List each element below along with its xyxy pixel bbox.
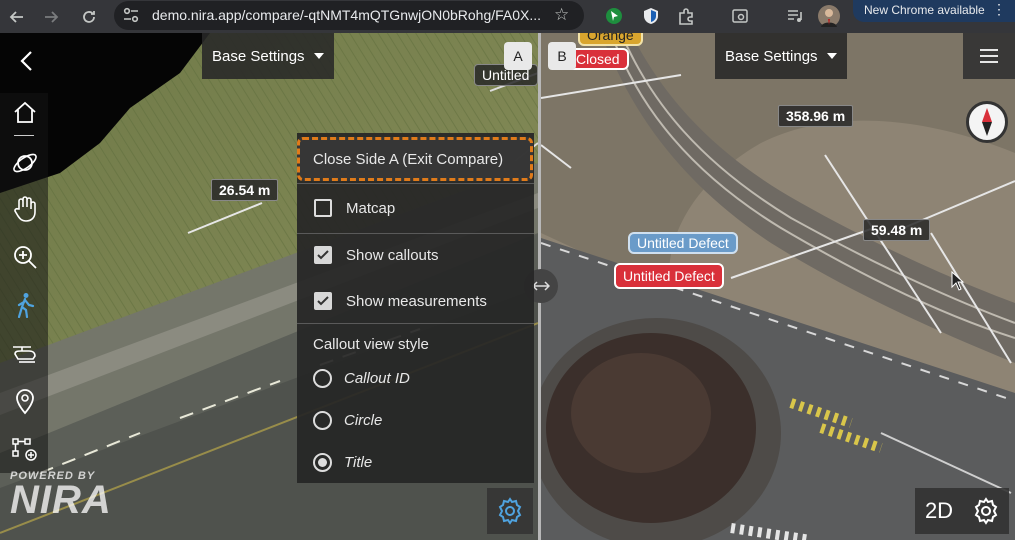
title-radio[interactable] — [313, 452, 332, 472]
reload-icon[interactable] — [76, 0, 102, 33]
media-icon[interactable] — [784, 5, 806, 27]
powered-by-nira-logo: POWERED BY NIRA — [10, 470, 112, 522]
toolbar-divider — [14, 135, 34, 136]
exit-compare-button[interactable]: Close Side A (Exit Compare) — [297, 137, 533, 181]
menu-divider — [297, 233, 534, 234]
callout-untitled-defect-red[interactable]: Untitled Defect — [614, 263, 724, 289]
annotate-icon[interactable] — [4, 432, 46, 468]
compass-icon[interactable] — [966, 101, 1008, 143]
pan-hand-icon[interactable] — [4, 191, 46, 227]
tab-search-icon[interactable] — [729, 5, 751, 27]
callout-style-option-title[interactable]: Title — [297, 445, 534, 479]
compare-viewport: Base Settings 26.54 m Untitled POWERED B… — [0, 33, 1015, 540]
callout-style-heading: Callout view style — [313, 335, 429, 353]
caret-down-icon — [826, 53, 837, 59]
callout-id-label: Callout ID — [344, 369, 410, 387]
back-arrow-icon[interactable] — [4, 0, 30, 33]
hamburger-menu-icon[interactable] — [963, 33, 1015, 79]
tool-sidebar — [0, 93, 48, 473]
toggle-2d-button[interactable]: 2D — [915, 488, 963, 534]
menu-divider — [297, 323, 534, 324]
callout-orange[interactable]: Orange — [578, 33, 643, 46]
base-settings-dropdown-a[interactable]: Base Settings — [202, 33, 334, 79]
forward-arrow-icon[interactable] — [38, 0, 64, 33]
shield-extension-icon[interactable] — [640, 5, 662, 27]
browser-toolbar: demo.nira.app/compare/-qtNMT4mQTGnwjON0b… — [0, 0, 1015, 33]
circle-label: Circle — [344, 411, 383, 429]
matcap-checkbox[interactable] — [314, 199, 332, 217]
callout-style-option-id[interactable]: Callout ID — [297, 361, 534, 395]
callout-id-radio[interactable] — [313, 368, 332, 388]
base-settings-dropdown-b[interactable]: Base Settings — [715, 33, 847, 79]
new-chrome-available-button[interactable]: New Chrome available ⋮ — [853, 0, 1015, 22]
show-measurements-toggle[interactable]: Show measurements — [297, 283, 534, 319]
side-b-3d-view[interactable]: Orange Closed 358.96 m 59.48 m Untitled … — [541, 33, 1015, 540]
menu-divider — [297, 183, 534, 184]
show-callouts-toggle[interactable]: Show callouts — [297, 237, 534, 273]
url-text[interactable]: demo.nira.app/compare/-qtNMT4mQTGnwjON0b… — [152, 7, 541, 23]
zoom-icon[interactable] — [4, 239, 46, 275]
logo-main-text: NIRA — [10, 478, 112, 522]
home-icon[interactable] — [4, 95, 46, 131]
measurement-label-a[interactable]: 26.54 m — [211, 179, 279, 201]
circle-radio[interactable] — [313, 410, 332, 430]
base-settings-label-a: Base Settings — [212, 47, 305, 65]
bookmark-star-icon[interactable]: ☆ — [554, 5, 569, 25]
caret-down-icon — [313, 53, 324, 59]
settings-menu: Matcap Show callouts Show measurements C… — [297, 133, 534, 483]
callout-style-option-circle[interactable]: Circle — [297, 403, 534, 437]
orbit-icon[interactable] — [4, 145, 46, 181]
side-b-tag: B — [548, 42, 576, 70]
matcap-toggle[interactable]: Matcap — [297, 191, 534, 225]
new-chrome-label: New Chrome available — [864, 3, 985, 17]
title-label: Title — [344, 453, 373, 471]
show-measurements-checkbox[interactable] — [314, 292, 332, 310]
show-callouts-label: Show callouts — [346, 246, 439, 264]
back-chevron-icon[interactable] — [8, 43, 44, 79]
measurement-label-b2[interactable]: 59.48 m — [863, 219, 931, 241]
extension-icon[interactable] — [603, 5, 625, 27]
address-bar[interactable]: demo.nira.app/compare/-qtNMT4mQTGnwjON0b… — [114, 1, 584, 30]
show-measurements-label: Show measurements — [346, 292, 487, 310]
fly-drone-icon[interactable] — [4, 336, 46, 372]
site-settings-icon[interactable] — [122, 7, 140, 23]
walk-icon[interactable] — [4, 287, 46, 323]
settings-gear-icon-a[interactable] — [487, 488, 533, 534]
puzzle-icon[interactable] — [675, 5, 697, 27]
measurement-label-b1[interactable]: 358.96 m — [778, 105, 854, 127]
kebab-menu-icon[interactable]: ⋮ — [992, 1, 1006, 18]
callout-closed[interactable]: Closed — [567, 48, 629, 70]
base-settings-label-b: Base Settings — [725, 47, 818, 65]
show-callouts-checkbox[interactable] — [314, 246, 332, 264]
callout-untitled-defect-blue[interactable]: Untitled Defect — [628, 232, 738, 254]
side-a-tag: A — [504, 42, 532, 70]
location-pin-icon[interactable] — [4, 383, 46, 419]
settings-gear-icon-b[interactable] — [963, 488, 1009, 534]
profile-avatar[interactable] — [818, 5, 840, 27]
matcap-label: Matcap — [346, 199, 396, 217]
mouse-cursor-icon — [951, 270, 965, 296]
